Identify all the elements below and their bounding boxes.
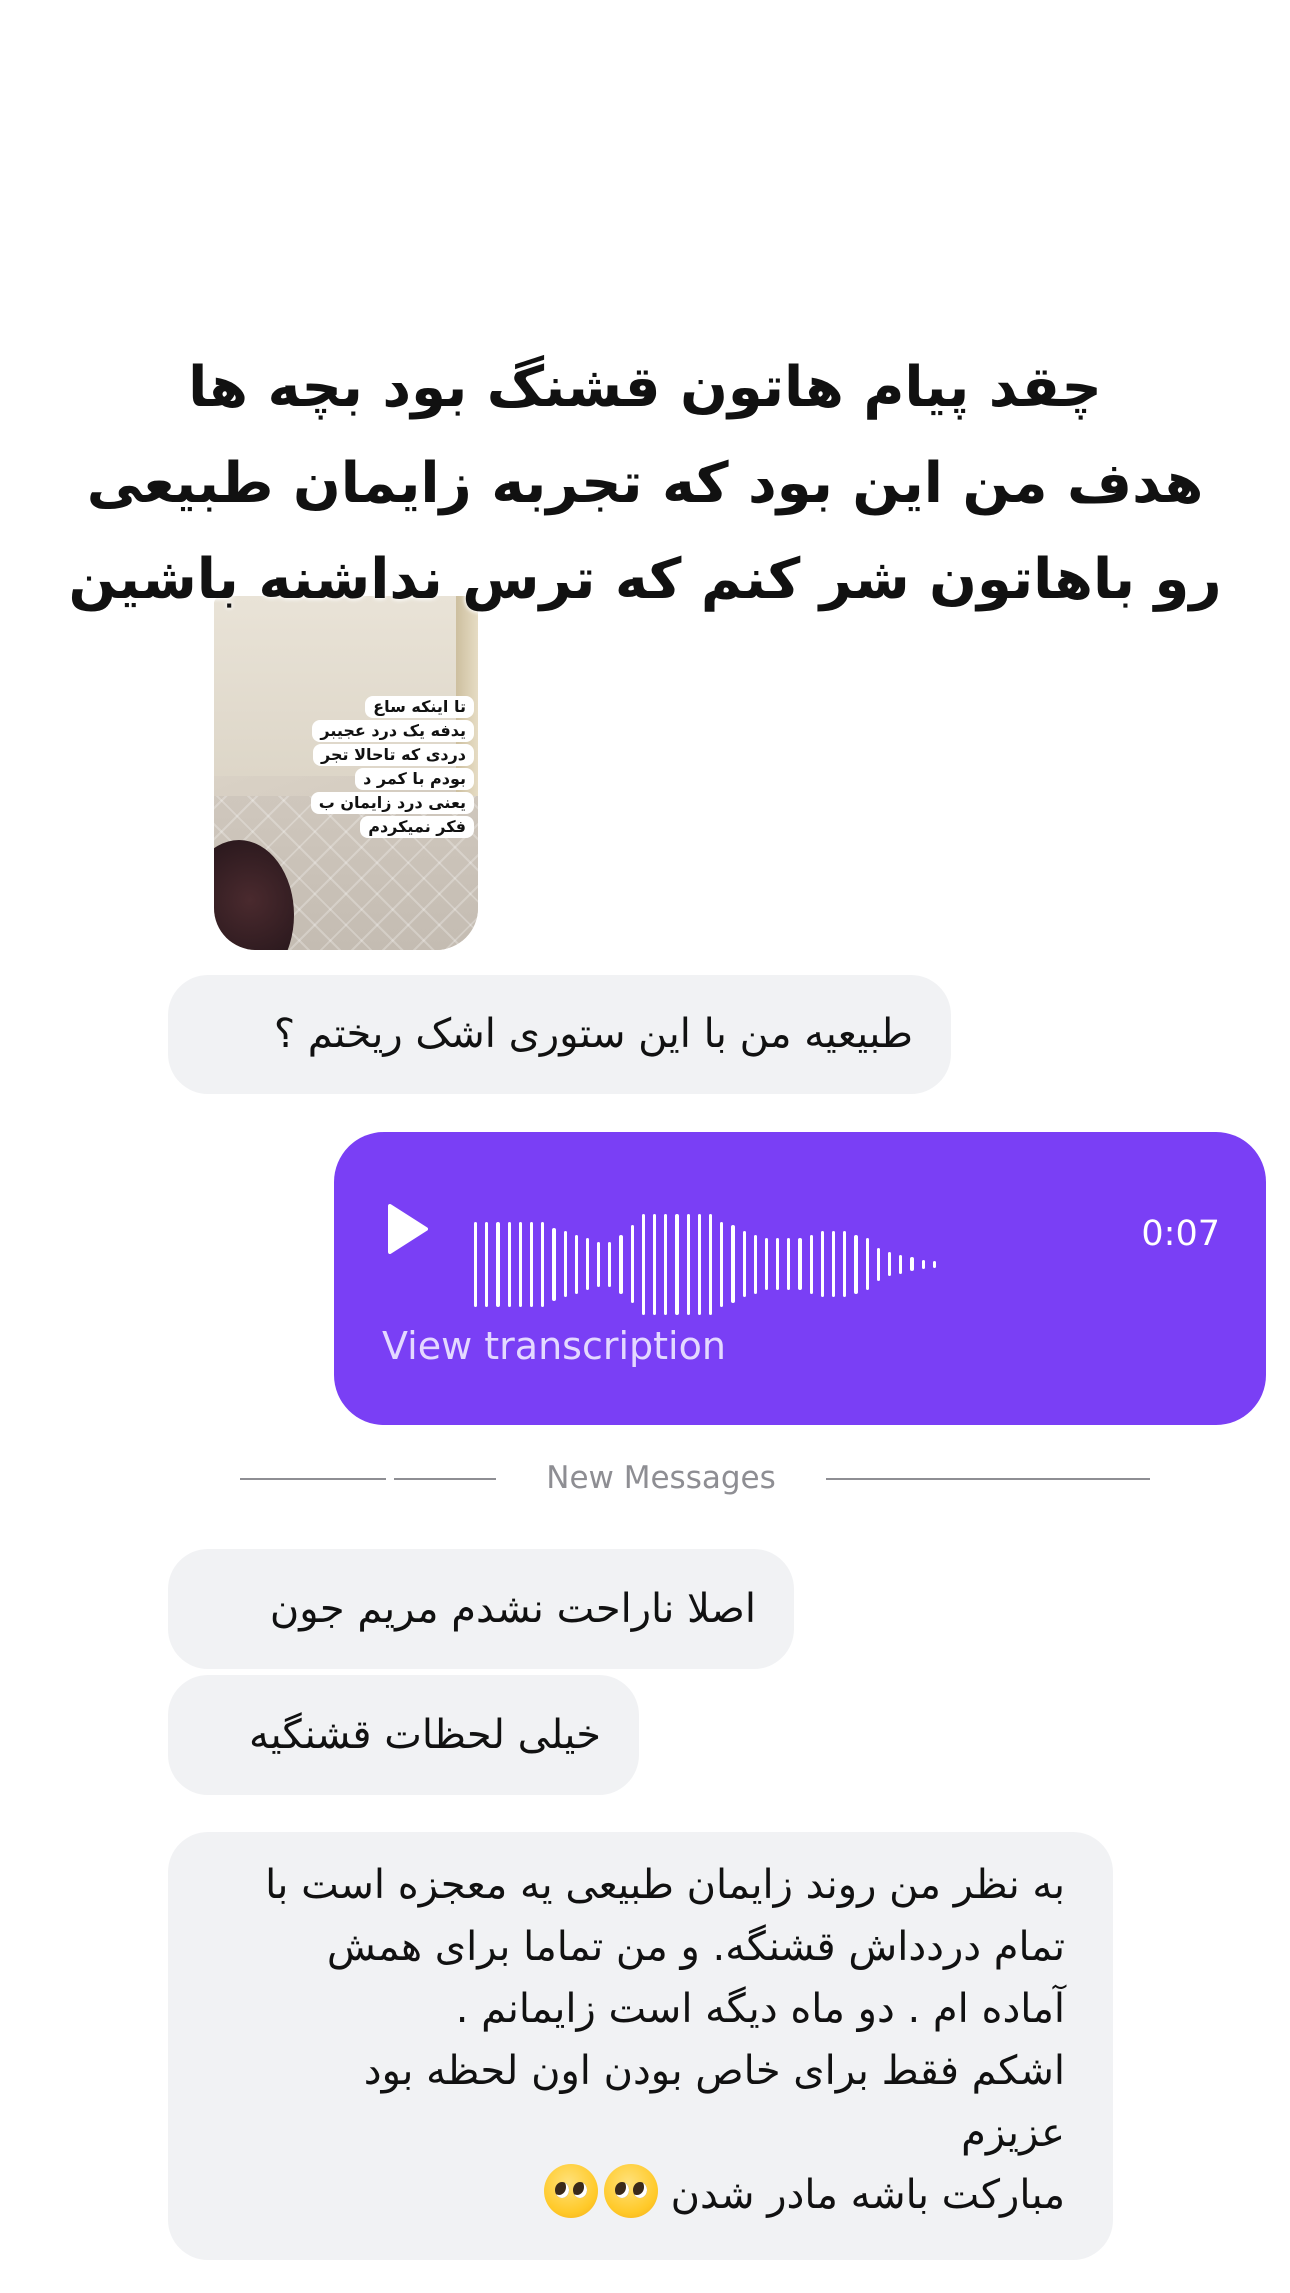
- waveform-bar: [910, 1257, 914, 1271]
- story-text-line: یدفه یک درد عجیبر: [312, 720, 474, 742]
- story-reply-thumbnail[interactable]: تا اینکه ساع یدفه یک درد عجیبر دردی که ت…: [214, 596, 478, 950]
- waveform-bar: [507, 1221, 511, 1307]
- waveform-bar: [764, 1238, 769, 1290]
- divider-label: New Messages: [546, 1460, 776, 1496]
- waveform-bar: [742, 1231, 746, 1297]
- waveform-bar: [485, 1221, 489, 1307]
- new-messages-divider: New Messages: [240, 1455, 1150, 1505]
- divider-rule: [240, 1478, 386, 1480]
- waveform-bar: [798, 1238, 802, 1290]
- voice-message[interactable]: 0:07 View transcription: [334, 1132, 1266, 1425]
- received-message[interactable]: اصلا ناراحت نشدم مریم جون: [168, 1549, 794, 1669]
- story-text-line: بودم با کمر د: [355, 768, 474, 790]
- waveform-bar: [854, 1234, 858, 1294]
- play-icon[interactable]: [386, 1204, 428, 1254]
- story-text-line: تا اینکه ساع: [365, 696, 474, 718]
- waveform-bar: [820, 1231, 824, 1297]
- waveform-bar: [552, 1227, 556, 1301]
- waveform-bar: [518, 1221, 522, 1307]
- waveform-bar: [787, 1238, 791, 1290]
- voice-waveform[interactable]: [474, 1202, 944, 1326]
- waveform-bar: [686, 1213, 690, 1315]
- waveform-bar: [865, 1238, 869, 1290]
- waveform-bar: [664, 1213, 668, 1315]
- pleading-face-emoji: [543, 2164, 598, 2218]
- waveform-bar: [921, 1259, 925, 1269]
- story-text-line: یعنی درد زایمان ب: [310, 792, 474, 814]
- waveform-bar: [932, 1260, 936, 1268]
- waveform-bar: [832, 1231, 836, 1297]
- waveform-bar: [597, 1241, 601, 1287]
- waveform-bar: [529, 1221, 534, 1307]
- waveform-bar: [731, 1225, 735, 1303]
- waveform-bar: [619, 1234, 623, 1294]
- caption-line: هدف من این بود که تجربه زایمان طبیعی: [86, 451, 1204, 516]
- waveform-bar: [675, 1213, 679, 1315]
- waveform-bar: [876, 1247, 880, 1281]
- caption-line: چقد پیام هاتون قشنگ بود بچه ها: [188, 355, 1102, 420]
- dm-thread: تا اینکه ساع یدفه یک درد عجیبر دردی که ت…: [0, 0, 1290, 2293]
- message-text: مبارکت باشه مادر شدن: [670, 2172, 1065, 2218]
- divider-rule: [826, 1478, 1150, 1480]
- message-text-line: عزیزم: [961, 2110, 1065, 2156]
- waveform-bar: [608, 1241, 612, 1287]
- waveform-bar: [563, 1231, 567, 1297]
- message-text-line: مبارکت باشه مادر شدن: [206, 2164, 1065, 2226]
- received-message[interactable]: خیلی لحظات قشنگیه: [168, 1675, 639, 1795]
- divider-rule: [394, 1478, 496, 1480]
- received-message[interactable]: به نظر من روند زایمان طبیعی یه معجزه است…: [168, 1832, 1113, 2260]
- message-text-line: آماده ام . دو ماه دیگه است زایمانم .: [455, 1986, 1065, 2032]
- waveform-bar: [496, 1221, 500, 1307]
- story-text-overlay: تا اینکه ساع یدفه یک درد عجیبر دردی که ت…: [310, 696, 474, 838]
- waveform-bar: [630, 1225, 634, 1303]
- waveform-bar: [585, 1238, 590, 1290]
- voice-duration: 0:07: [1141, 1214, 1220, 1254]
- waveform-bar: [653, 1213, 657, 1315]
- message-text: خیلی لحظات قشنگیه: [249, 1712, 601, 1758]
- view-transcription-link[interactable]: View transcription: [382, 1322, 726, 1370]
- message-text: اصلا ناراحت نشدم مریم جون: [269, 1586, 756, 1632]
- waveform-bar: [641, 1213, 645, 1315]
- caption-line: رو باهاتون شر کنم که ترس نداشنه باشین: [68, 547, 1222, 612]
- waveform-bar: [708, 1213, 713, 1315]
- message-text-line: به نظر من روند زایمان طبیعی یه معجزه است…: [265, 1862, 1065, 1908]
- story-text-line: دردی که تاحالا تجر: [313, 744, 474, 766]
- waveform-bar: [753, 1234, 757, 1294]
- waveform-bar: [899, 1254, 903, 1274]
- waveform-bar: [843, 1231, 847, 1297]
- story-caption: چقد پیام هاتون قشنگ بود بچه ها هدف من ای…: [40, 340, 1250, 628]
- waveform-bar: [474, 1221, 478, 1307]
- received-message[interactable]: طبیعیه من با این ستوری اشک ریختم ؟: [168, 975, 951, 1094]
- waveform-bar: [720, 1221, 724, 1307]
- waveform-bar: [697, 1213, 701, 1315]
- waveform-bar: [541, 1221, 545, 1307]
- story-text-line: فکر نمیکردم: [360, 816, 474, 838]
- waveform-bar: [887, 1252, 892, 1276]
- message-text-line: اشکم فقط برای خاص بودن اون لحظه بود: [363, 2048, 1065, 2094]
- waveform-bar: [776, 1238, 780, 1290]
- waveform-bar: [574, 1234, 578, 1294]
- message-text: طبیعیه من با این ستوری اشک ریختم ؟: [273, 1011, 913, 1057]
- pleading-face-emoji: [603, 2164, 658, 2218]
- waveform-bar: [809, 1234, 813, 1294]
- message-text-line: تمام دردداش قشنگه. و من تماما برای همش: [326, 1924, 1065, 1970]
